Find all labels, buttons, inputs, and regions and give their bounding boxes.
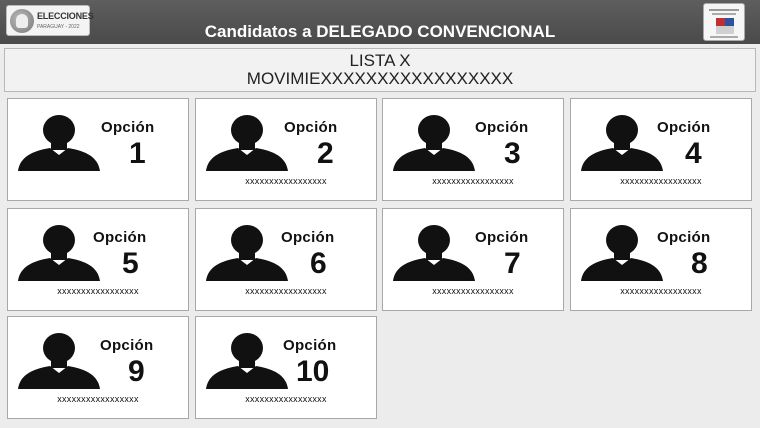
option-number: 9: [128, 355, 145, 388]
option-number: 2: [317, 137, 334, 170]
person-silhouette-icon: [204, 225, 290, 281]
person-silhouette-icon: [16, 115, 102, 171]
option-number: 8: [691, 247, 708, 280]
candidate-option-3[interactable]: Opción 3 xxxxxxxxxxxxxxxxx: [382, 98, 564, 201]
option-number: 6: [310, 247, 327, 280]
candidate-name: xxxxxxxxxxxxxxxxx: [620, 286, 702, 296]
person-silhouette-icon: [16, 333, 102, 389]
option-label: Opción: [100, 337, 154, 354]
candidate-name: xxxxxxxxxxxxxxxxx: [432, 176, 514, 186]
option-label: Opción: [281, 229, 335, 246]
person-silhouette-icon: [204, 115, 290, 171]
candidate-option-5[interactable]: Opción 5 xxxxxxxxxxxxxxxxx: [7, 208, 189, 311]
option-label: Opción: [657, 229, 711, 246]
person-silhouette-icon: [391, 115, 477, 171]
movement-name: MOVIMIEXXXXXXXXXXXXXXXXX: [246, 69, 514, 88]
option-number: 1: [129, 137, 146, 170]
list-name: LISTA X: [349, 51, 411, 70]
option-label: Opción: [101, 119, 155, 136]
person-silhouette-icon: [579, 115, 665, 171]
option-label: Opción: [93, 229, 147, 246]
institution-logo: [703, 3, 745, 41]
candidate-name: xxxxxxxxxxxxxxxxx: [245, 394, 327, 404]
option-number: 5: [122, 247, 139, 280]
page-title: Candidatos a DELEGADO CONVENCIONAL: [204, 22, 556, 41]
option-label: Opción: [475, 229, 529, 246]
person-silhouette-icon: [579, 225, 665, 281]
option-number: 7: [504, 247, 521, 280]
list-header: LISTA X MOVIMIEXXXXXXXXXXXXXXXXX: [4, 48, 756, 92]
candidate-option-7[interactable]: Opción 7 xxxxxxxxxxxxxxxxx: [382, 208, 564, 311]
cube-icon: [716, 18, 734, 34]
option-number: 4: [685, 137, 702, 170]
person-silhouette-icon: [391, 225, 477, 281]
person-silhouette-icon: [204, 333, 290, 389]
candidate-name: xxxxxxxxxxxxxxxxx: [57, 286, 139, 296]
candidate-name: xxxxxxxxxxxxxxxxx: [245, 176, 327, 186]
candidate-name: xxxxxxxxxxxxxxxxx: [245, 286, 327, 296]
header-bar: ELECCIONES PARAGUAY - 2022 Candidatos a …: [0, 0, 760, 44]
candidate-name: xxxxxxxxxxxxxxxxx: [57, 394, 139, 404]
person-silhouette-icon: [16, 225, 102, 281]
candidate-option-1[interactable]: Opción 1: [7, 98, 189, 201]
option-label: Opción: [657, 119, 711, 136]
candidate-name: xxxxxxxxxxxxxxxxx: [620, 176, 702, 186]
option-label: Opción: [475, 119, 529, 136]
candidate-option-9[interactable]: Opción 9 xxxxxxxxxxxxxxxxx: [7, 316, 189, 419]
option-number: 10: [296, 355, 330, 388]
option-label: Opción: [283, 337, 337, 354]
candidate-option-10[interactable]: Opción 10 xxxxxxxxxxxxxxxxx: [195, 316, 377, 419]
option-label: Opción: [284, 119, 338, 136]
candidate-option-6[interactable]: Opción 6 xxxxxxxxxxxxxxxxx: [195, 208, 377, 311]
option-number: 3: [504, 137, 521, 170]
logo-title: ELECCIONES: [37, 11, 94, 21]
candidate-option-4[interactable]: Opción 4 xxxxxxxxxxxxxxxxx: [570, 98, 752, 201]
candidate-option-2[interactable]: Opción 2 xxxxxxxxxxxxxxxxx: [195, 98, 377, 201]
candidate-option-8[interactable]: Opción 8 xxxxxxxxxxxxxxxxx: [570, 208, 752, 311]
candidate-name: xxxxxxxxxxxxxxxxx: [432, 286, 514, 296]
